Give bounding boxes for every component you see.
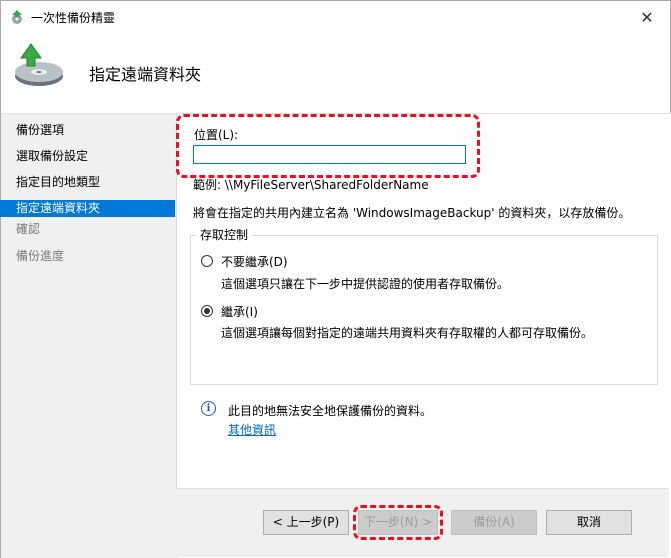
sidebar-item-remote-folder[interactable]: 指定遠端資料夾: [0, 200, 175, 217]
cancel-button[interactable]: 取消: [546, 510, 632, 535]
location-input[interactable]: [193, 145, 466, 164]
warning-text: 此目的地無法安全地保護備份的資料。: [228, 404, 433, 418]
back-button[interactable]: < 上一步(P): [263, 510, 349, 535]
no-inherit-description: 這個選項只讓在下一步中提供認證的使用者存取備份。: [221, 277, 510, 291]
radio-inherit[interactable]: [201, 305, 213, 317]
sidebar-item-backup-options[interactable]: 備份選項: [0, 122, 175, 139]
description-text: 將會在指定的共用內建立名為 'WindowsImageBackup' 的資料夾，…: [193, 206, 631, 220]
location-label: 位置(L):: [194, 128, 239, 142]
page-title: 指定遠端資料夾: [89, 65, 202, 84]
sidebar-item-confirm: 確認: [16, 222, 41, 236]
sidebar-item-destination-type[interactable]: 指定目的地類型: [0, 174, 175, 191]
wizard-header: 指定遠端資料夾: [1, 33, 670, 113]
window-title: 一次性備份精靈: [31, 11, 116, 25]
next-button[interactable]: 下一步(N) >: [358, 510, 438, 535]
sidebar-item-select-settings[interactable]: 選取備份設定: [0, 148, 175, 165]
title-bar: 一次性備份精靈 ✕: [1, 1, 670, 33]
info-icon: i: [201, 401, 216, 416]
backup-wizard-icon: [12, 10, 22, 24]
close-icon: ✕: [640, 7, 654, 27]
example-text: 範例: \\MyFileServer\SharedFolderName: [193, 178, 429, 192]
radio-no-inherit[interactable]: [201, 255, 213, 267]
close-button[interactable]: ✕: [624, 1, 670, 33]
radio-no-inherit-label[interactable]: 不要繼承(D): [221, 253, 288, 270]
inherit-description: 這個選項讓每個對指定的遠端共用資料夾有存取權的人都可存取備份。: [221, 326, 594, 340]
access-control-title: 存取控制: [196, 226, 253, 243]
more-info-link[interactable]: 其他資訊: [228, 421, 276, 438]
sidebar-item-progress: 備份進度: [16, 249, 65, 263]
radio-inherit-label[interactable]: 繼承(I): [221, 303, 258, 320]
radio-selected-dot: [204, 308, 210, 314]
backup-button[interactable]: 備份(A): [451, 510, 537, 535]
backup-disk-icon: [15, 43, 63, 86]
